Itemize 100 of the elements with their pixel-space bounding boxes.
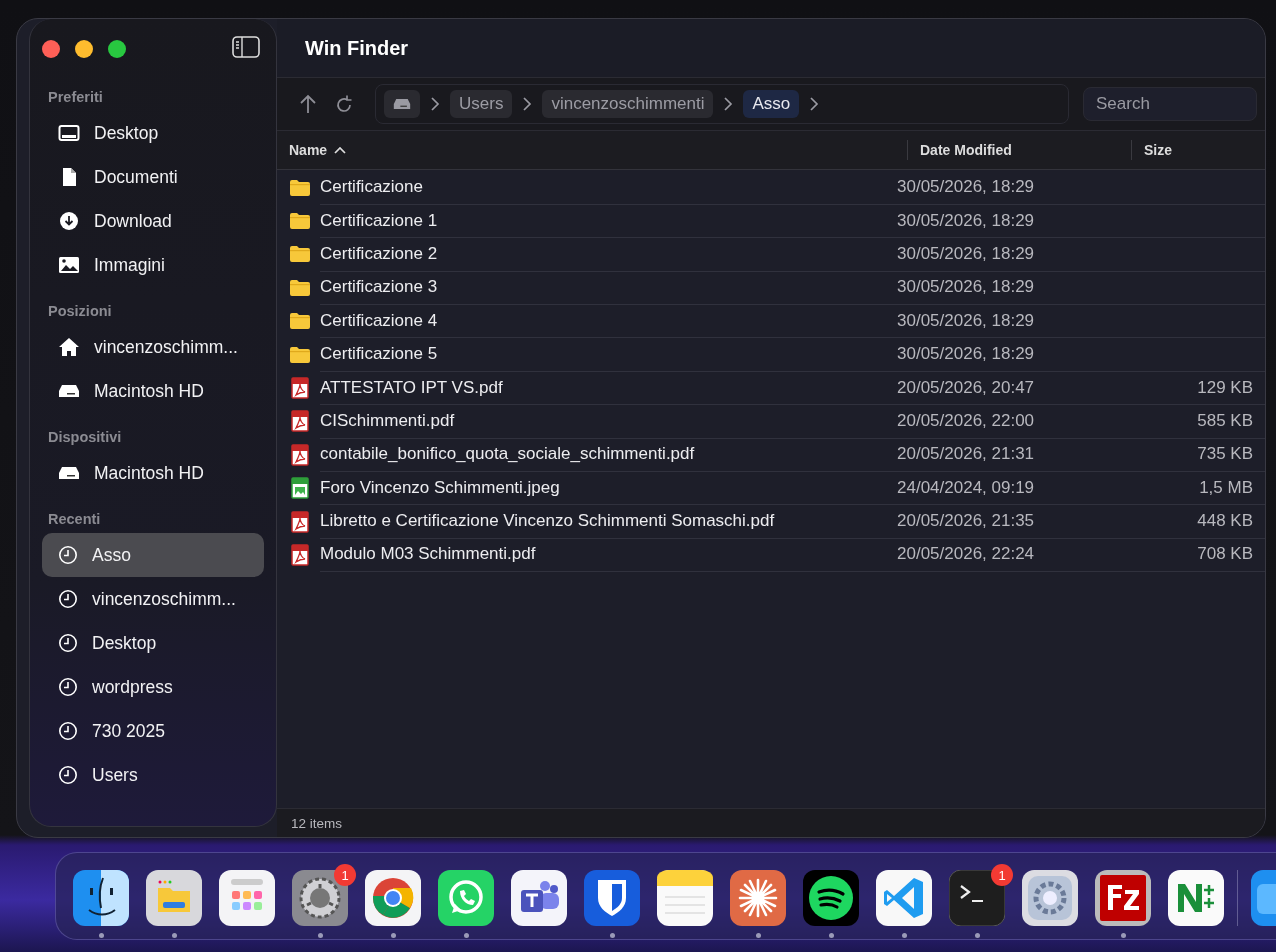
up-arrow-icon bbox=[299, 94, 317, 114]
sidebar-item[interactable]: 730 2025 bbox=[42, 709, 264, 753]
chevron-icon bbox=[430, 96, 440, 112]
date-cell: 30/05/2026, 18:29 bbox=[897, 337, 1093, 372]
sidebar-item[interactable]: wordpress bbox=[42, 665, 264, 709]
drive-icon bbox=[58, 466, 80, 480]
date-cell: 20/05/2026, 20:47 bbox=[897, 370, 1093, 406]
sidebar-item[interactable]: Macintosh HD bbox=[42, 451, 264, 495]
file-name[interactable]: contabile_bonifico_quota_sociale_schimmenti.pdf bbox=[320, 437, 897, 472]
file-name[interactable]: Certificazione 3 bbox=[320, 270, 897, 306]
path-segment[interactable]: Users bbox=[450, 90, 513, 118]
size-cell: 585 KB bbox=[1093, 404, 1265, 439]
sidebar-item[interactable]: Desktop bbox=[42, 621, 264, 665]
zoom-button[interactable] bbox=[108, 40, 126, 58]
sidebar-item[interactable]: Download bbox=[42, 199, 264, 243]
sidebar-item[interactable]: Immagini bbox=[42, 243, 264, 287]
date-cell: 30/05/2026, 18:29 bbox=[897, 237, 1093, 272]
reload-icon bbox=[334, 94, 354, 114]
text-editor-icon[interactable] bbox=[1168, 870, 1224, 926]
drive-icon bbox=[393, 98, 411, 110]
sidebar-item[interactable]: Asso bbox=[42, 533, 264, 577]
sidebar-item[interactable]: vincenzoschimm... bbox=[42, 325, 264, 369]
browser-app-icon[interactable] bbox=[365, 870, 421, 926]
column-header[interactable]: Date Modified bbox=[907, 140, 1131, 160]
file-name[interactable]: Libretto e Certificazione Vincenzo Schimmenti Somaschi.pdf bbox=[320, 504, 897, 539]
sidebar-item[interactable]: vincenzoschimm... bbox=[42, 577, 264, 621]
date-cell: 30/05/2026, 18:29 bbox=[897, 170, 1093, 205]
file-name[interactable]: Certificazione 2 bbox=[320, 237, 897, 272]
display-icon bbox=[58, 124, 80, 142]
image-file-icon bbox=[291, 477, 309, 500]
pdf-file-icon bbox=[291, 443, 309, 466]
folder-icon bbox=[289, 178, 311, 197]
sort-ascending-icon bbox=[333, 145, 348, 155]
file-name[interactable]: ATTESTATO IPT VS.pdf bbox=[320, 370, 897, 406]
path-segment[interactable]: Asso bbox=[743, 90, 800, 118]
date-cell: 20/05/2026, 21:35 bbox=[897, 504, 1093, 539]
date-cell: 24/04/2024, 09:19 bbox=[897, 471, 1093, 506]
path-segment[interactable] bbox=[384, 90, 420, 118]
clock-icon bbox=[58, 545, 78, 565]
file-name[interactable]: CISchimmenti.pdf bbox=[320, 404, 897, 439]
clock-icon bbox=[58, 677, 78, 697]
section-heading: Posizioni bbox=[47, 302, 113, 321]
size-cell: 1,5 MB bbox=[1093, 471, 1265, 506]
date-cell: 20/05/2026, 22:00 bbox=[897, 404, 1093, 439]
file-name[interactable]: Certificazione 5 bbox=[320, 337, 897, 372]
column-header[interactable]: Size bbox=[1131, 140, 1265, 160]
folder-app-icon[interactable] bbox=[146, 870, 202, 926]
gear-app-icon[interactable] bbox=[1022, 870, 1078, 926]
folder-icon bbox=[289, 245, 311, 264]
file-name[interactable]: Modulo M03 Schimmenti.pdf bbox=[320, 537, 897, 573]
download-icon bbox=[58, 211, 80, 231]
search-field[interactable]: Search bbox=[1083, 87, 1257, 121]
pdf-file-icon bbox=[291, 377, 309, 400]
music-app-icon[interactable] bbox=[803, 870, 859, 926]
file-name[interactable]: Certificazione 1 bbox=[320, 203, 897, 239]
folder-icon bbox=[289, 345, 311, 364]
date-cell: 30/05/2026, 18:29 bbox=[897, 203, 1093, 239]
size-cell: 735 KB bbox=[1093, 437, 1265, 472]
file-name[interactable]: Foro Vincenzo Schimmenti.jpeg bbox=[320, 471, 897, 506]
ftp-app-icon[interactable] bbox=[1095, 870, 1151, 926]
clock-icon bbox=[58, 721, 78, 741]
folder-icon bbox=[289, 312, 311, 331]
minimize-button[interactable] bbox=[75, 40, 93, 58]
sidebar-item[interactable]: Users bbox=[42, 753, 264, 797]
chat-app-icon[interactable] bbox=[438, 870, 494, 926]
sidebar-item[interactable]: Macintosh HD bbox=[42, 369, 264, 413]
sidebar-item[interactable]: Documenti bbox=[42, 155, 264, 199]
drive-icon bbox=[58, 384, 80, 398]
path-segment[interactable]: vincenzoschimmenti bbox=[542, 90, 714, 118]
code-editor-icon[interactable] bbox=[876, 870, 932, 926]
file-name[interactable]: Certificazione 4 bbox=[320, 304, 897, 339]
size-cell: 129 KB bbox=[1093, 370, 1265, 406]
close-button[interactable] bbox=[42, 40, 60, 58]
file-name[interactable]: Certificazione bbox=[320, 170, 897, 205]
terminal-app-icon[interactable] bbox=[949, 870, 1005, 926]
chevron-icon bbox=[723, 96, 734, 112]
date-cell: 30/05/2026, 18:29 bbox=[897, 270, 1093, 306]
app-grid-icon[interactable] bbox=[219, 870, 275, 926]
clock-icon bbox=[58, 765, 78, 785]
window-title: Win Finder bbox=[305, 36, 409, 60]
section-heading: Recenti bbox=[47, 510, 102, 529]
sidebar-toggle-icon bbox=[232, 36, 260, 58]
clock-icon bbox=[58, 633, 78, 653]
notification-badge: 1 bbox=[991, 864, 1013, 886]
column-header[interactable]: Name bbox=[277, 140, 907, 160]
team-app-icon[interactable] bbox=[511, 870, 567, 926]
pdf-file-icon bbox=[291, 544, 309, 566]
notes-app-icon[interactable] bbox=[657, 870, 713, 926]
section-heading: Dispositivi bbox=[47, 428, 123, 447]
clock-icon bbox=[58, 589, 78, 609]
shield-app-icon[interactable] bbox=[584, 870, 640, 926]
sidebar-item[interactable]: Desktop bbox=[42, 111, 264, 155]
asterisk-app-icon[interactable] bbox=[730, 870, 786, 926]
date-cell: 20/05/2026, 21:31 bbox=[897, 437, 1093, 472]
gear-app-icon[interactable] bbox=[292, 870, 348, 926]
chevron-icon bbox=[809, 96, 820, 112]
folder-icon bbox=[289, 278, 311, 297]
image-icon bbox=[58, 256, 80, 274]
pdf-file-icon bbox=[291, 510, 309, 533]
smiling-face-app-icon[interactable] bbox=[73, 870, 129, 926]
